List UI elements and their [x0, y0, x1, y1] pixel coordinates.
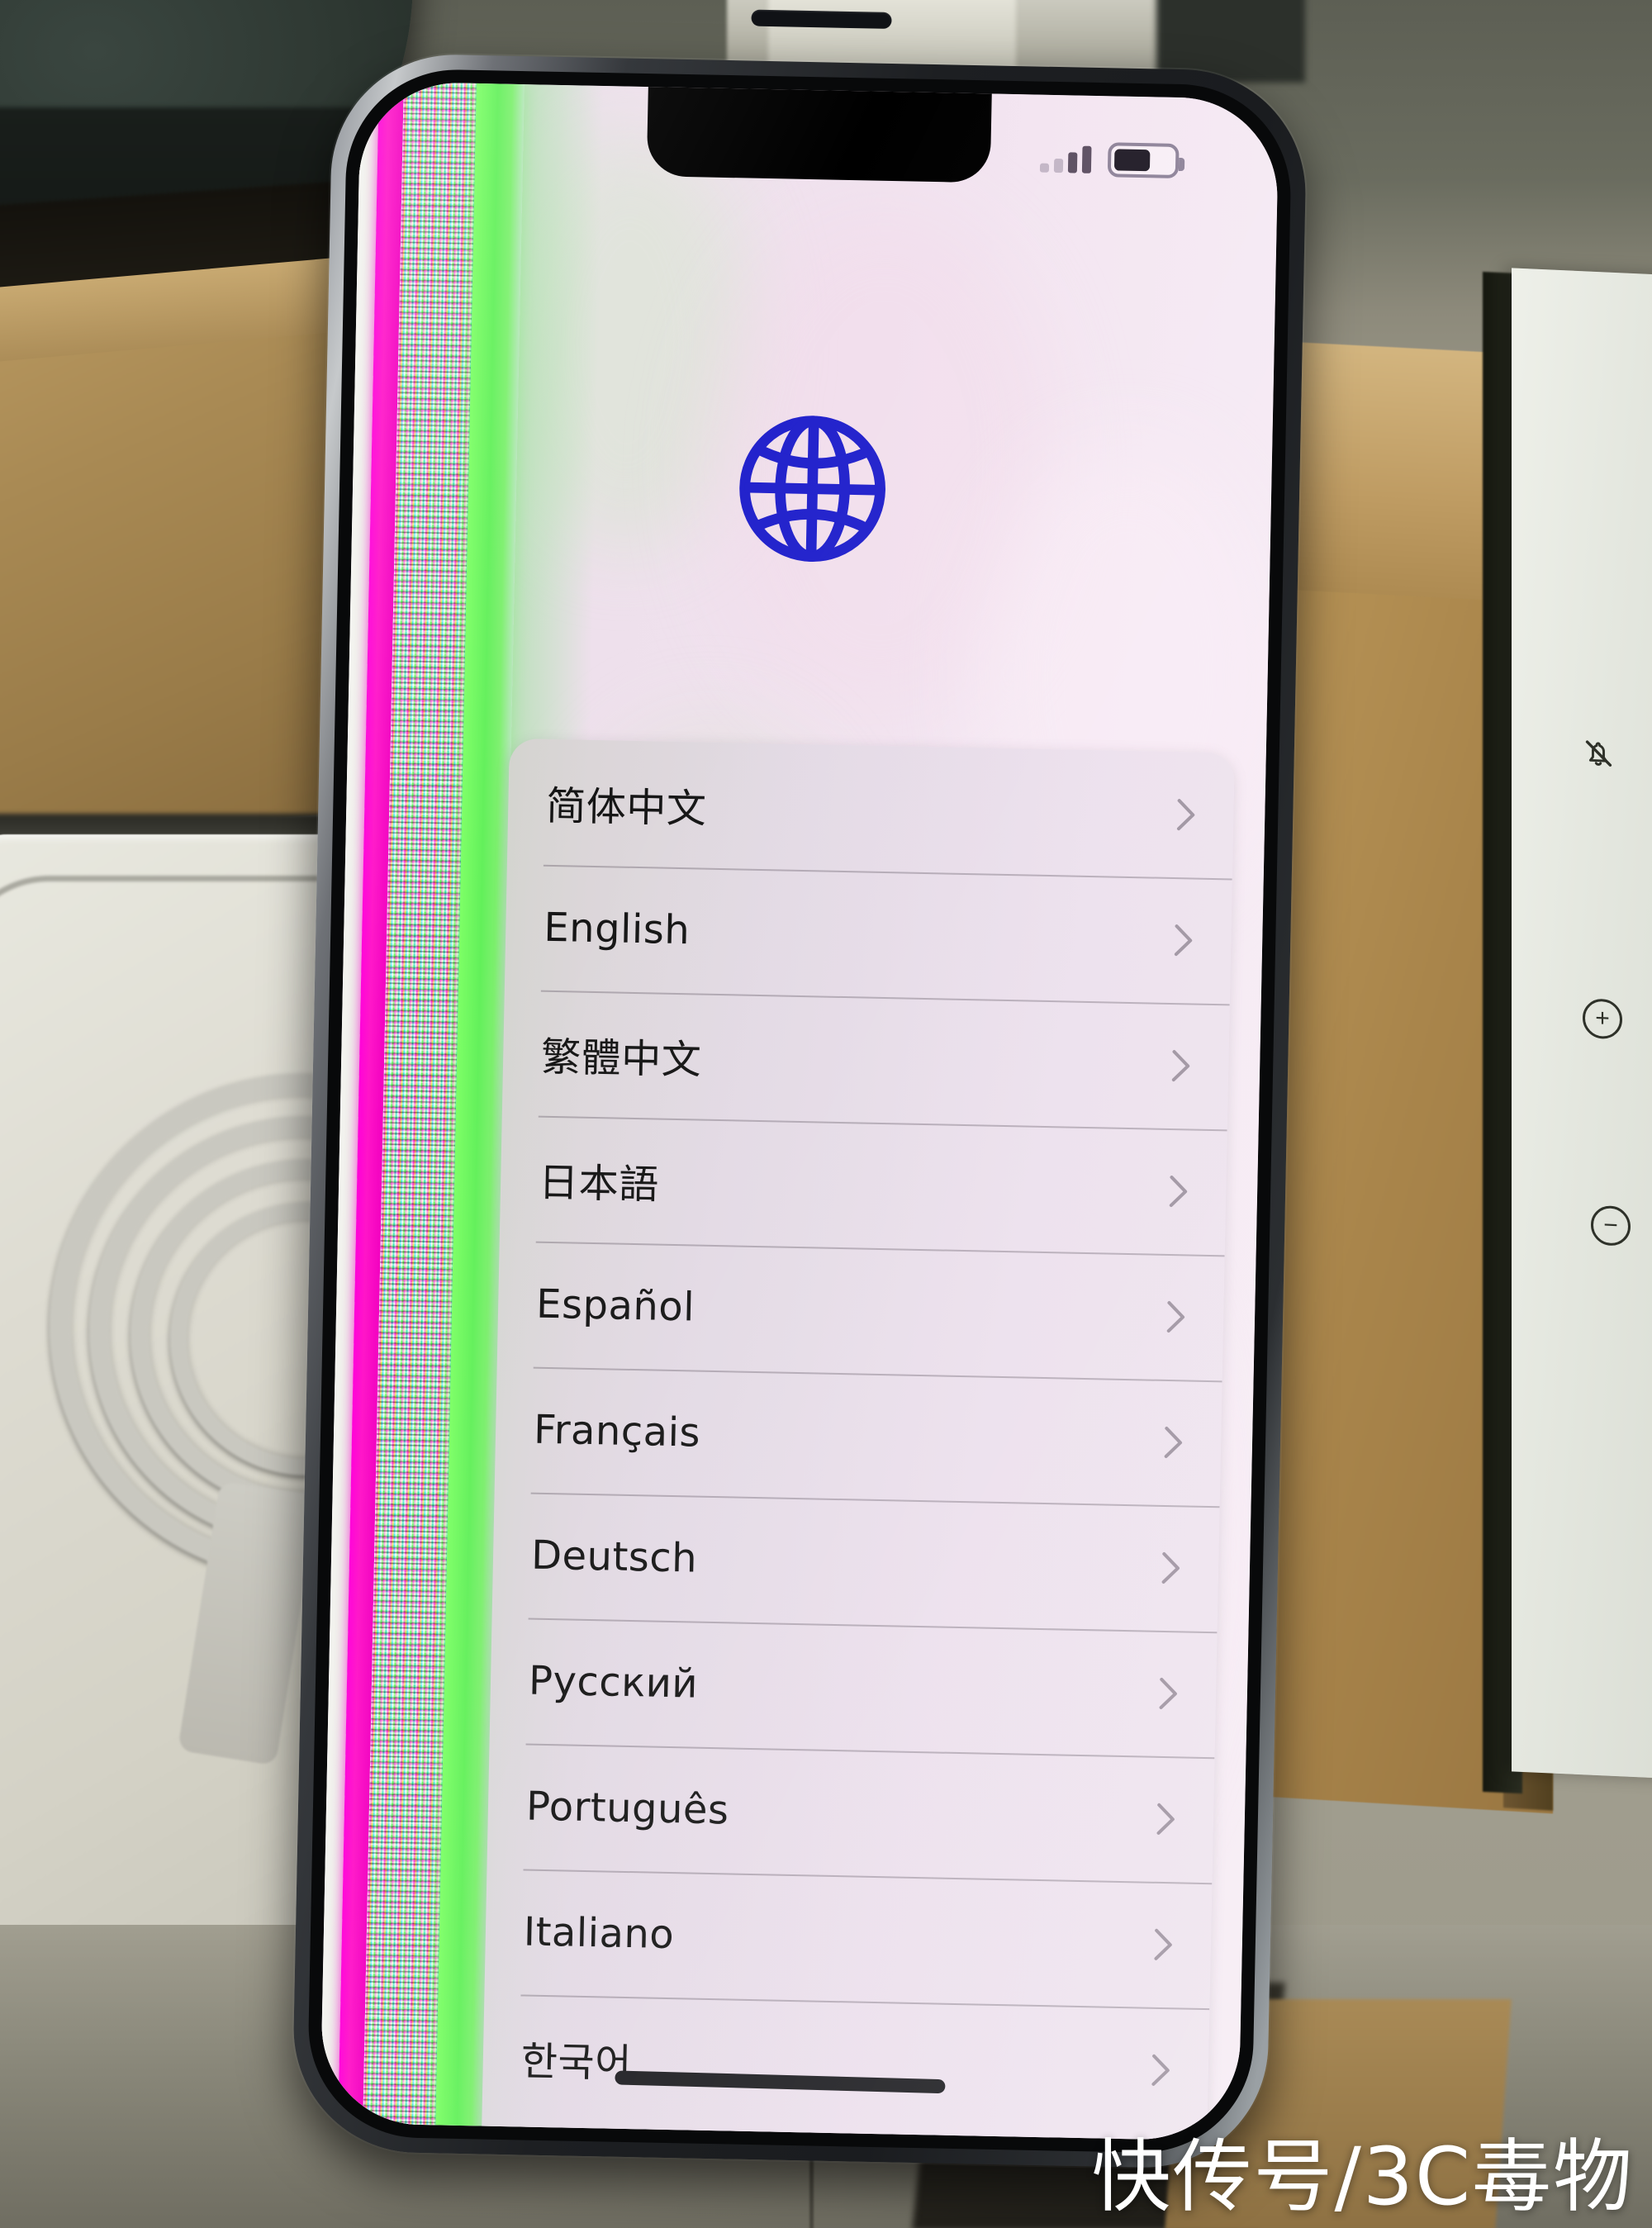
- language-row[interactable]: Español: [497, 1241, 1225, 1381]
- language-row[interactable]: 繁體中文: [502, 990, 1230, 1130]
- language-label: Português: [525, 1783, 730, 1834]
- chevron-right-icon: [1161, 1550, 1183, 1587]
- language-row[interactable]: Português: [487, 1743, 1215, 1884]
- language-list-card: 简体中文 English 繁體中文日本語 Español Français Deutsch…: [481, 738, 1235, 2141]
- chevron-right-icon: [1173, 922, 1195, 959]
- chevron-right-icon: [1163, 1424, 1185, 1461]
- language-label: Deutsch: [530, 1532, 698, 1582]
- globe-icon: [738, 416, 885, 563]
- chevron-right-icon: [1165, 1299, 1188, 1336]
- chevron-right-icon: [1170, 1047, 1193, 1085]
- chevron-right-icon: [1157, 1675, 1180, 1713]
- chevron-right-icon: [1152, 1926, 1175, 1964]
- language-row[interactable]: 日本語: [500, 1115, 1227, 1256]
- watermark: 快传号/3C毒物: [1091, 2131, 1634, 2223]
- language-label: 日本語: [538, 1159, 660, 1209]
- earpiece-speaker: [751, 9, 892, 29]
- language-label: English: [543, 904, 691, 954]
- volume-down-icon: −: [1591, 1204, 1631, 1247]
- chevron-right-icon: [1155, 1801, 1177, 1838]
- phone-screen: 简体中文 English 繁體中文日本語 Español Français Deutsch…: [320, 81, 1279, 2141]
- status-bar: [1039, 141, 1185, 178]
- language-label: Русский: [528, 1657, 699, 1708]
- language-label: 繁體中文: [540, 1033, 702, 1084]
- left-cardboard-box: [0, 283, 355, 840]
- language-label: Français: [533, 1406, 701, 1456]
- language-list: 简体中文 English 繁體中文日本語 Español Français Deutsch…: [482, 739, 1234, 2134]
- language-label: Italiano: [523, 1908, 675, 1959]
- bell-slash-icon: [1585, 740, 1612, 767]
- language-row[interactable]: Deutsch: [492, 1492, 1220, 1632]
- language-row[interactable]: 简体中文: [507, 739, 1235, 879]
- iphone-retail-box: + −: [1512, 268, 1652, 1781]
- language-row[interactable]: Русский: [490, 1618, 1218, 1758]
- screenshot-root: + − 简体中文 English 繁體中文 日本語 Español França…: [0, 0, 1652, 2228]
- chevron-right-icon: [1175, 796, 1198, 834]
- battery-cap: [1178, 157, 1185, 172]
- language-label: Español: [535, 1280, 695, 1331]
- chevron-right-icon: [1150, 2052, 1172, 2089]
- language-row[interactable]: Français: [495, 1366, 1222, 1507]
- chevron-right-icon: [1168, 1173, 1190, 1210]
- hero-icon-area: [351, 395, 1273, 582]
- signal-bars-icon: [1039, 145, 1092, 173]
- iphone-device: 简体中文 English 繁體中文日本語 Español Français Deutsch…: [291, 9, 1308, 2170]
- language-row[interactable]: 한국어: [482, 1994, 1209, 2135]
- language-row[interactable]: Italiano: [484, 1869, 1212, 2009]
- battery-icon: [1107, 142, 1185, 178]
- language-label: 简体中文: [545, 782, 707, 833]
- volume-up-icon: +: [1583, 998, 1622, 1040]
- language-row[interactable]: English: [505, 864, 1232, 1005]
- display-notch: [646, 83, 992, 183]
